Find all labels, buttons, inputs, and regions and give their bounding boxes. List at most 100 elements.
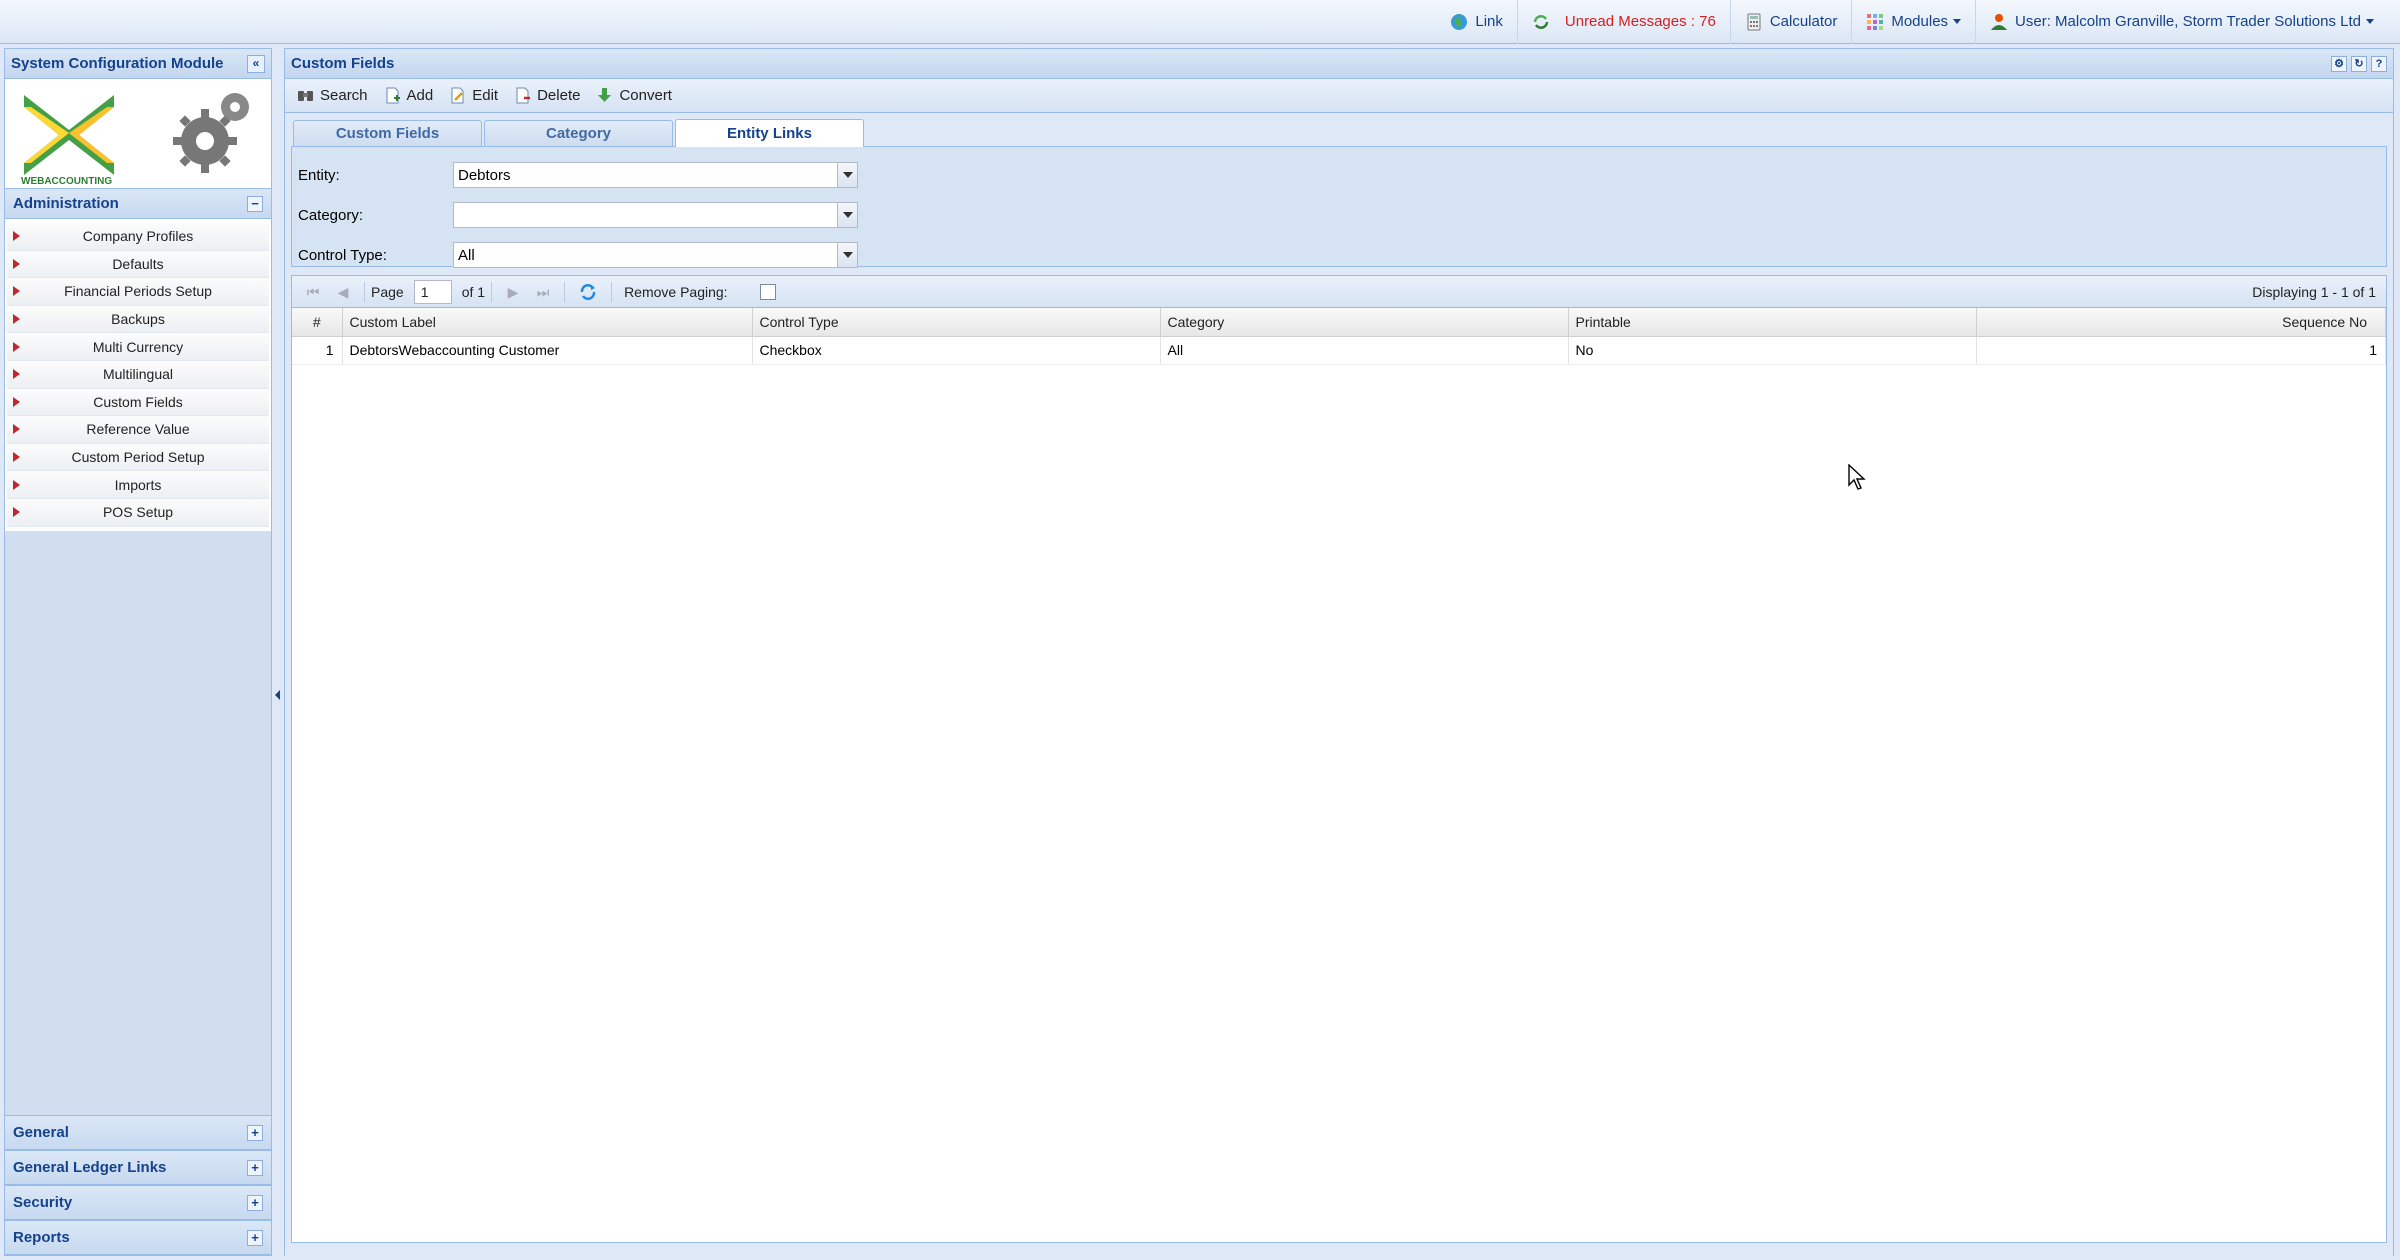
refresh-icon[interactable]	[579, 283, 597, 301]
entity-select[interactable]: Debtors	[453, 162, 858, 188]
edit-document-icon	[451, 87, 464, 104]
edit-button[interactable]: Edit	[441, 82, 506, 110]
arrow-icon	[13, 424, 20, 435]
menu-item-multi-currency[interactable]: Multi Currency	[7, 333, 269, 361]
column-header-number[interactable]: #	[292, 308, 343, 337]
arrow-icon	[13, 479, 20, 490]
entity-label: Entity:	[298, 166, 340, 184]
first-page-icon[interactable]: ⏮	[305, 284, 321, 300]
convert-arrow-icon	[598, 88, 612, 102]
category-select[interactable]	[453, 202, 858, 228]
page-number-input[interactable]: 1	[413, 279, 452, 304]
cell-category: All	[1160, 336, 1569, 365]
separator	[611, 281, 613, 302]
page-count: of 1	[461, 283, 486, 300]
column-header-control-type[interactable]: Control Type	[752, 308, 1161, 337]
menu-item-custom-period-setup[interactable]: Custom Period Setup	[7, 443, 269, 472]
column-header-sequence-no[interactable]: Sequence No	[1976, 308, 2386, 337]
add-button[interactable]: Add	[376, 82, 442, 110]
menu-item-defaults[interactable]: Defaults	[7, 250, 269, 279]
control-type-select[interactable]: All	[453, 242, 858, 268]
tab-custom-fields[interactable]: Custom Fields	[293, 120, 482, 146]
arrow-icon	[13, 396, 20, 407]
previous-page-icon[interactable]: ◀	[335, 284, 351, 300]
menu-item-company-profiles[interactable]: Company Profiles	[7, 223, 269, 251]
menu-item-backups[interactable]: Backups	[7, 305, 269, 334]
paging-toolbar: ⏮ ◀ Page 1 of 1 ▶ ⏭ Remove Paging: Displ…	[292, 276, 2386, 308]
refresh-icon[interactable]: ↻	[2351, 55, 2367, 72]
chevron-down-icon	[1953, 19, 1962, 24]
search-icon	[298, 91, 313, 101]
general-section-header[interactable]: General +	[5, 1115, 271, 1150]
user-menu[interactable]: User: Malcolm Granville, Storm Trader So…	[1975, 0, 2388, 44]
delete-label: Delete	[537, 87, 581, 104]
modules-dropdown[interactable]: Modules	[1851, 0, 1975, 44]
chevron-down-icon	[842, 212, 853, 218]
menu-item-multilingual[interactable]: Multilingual	[7, 360, 269, 389]
expand-icon[interactable]: +	[247, 1229, 263, 1246]
filter-form: Entity: Debtors Category: Control Type: …	[291, 147, 2387, 268]
menu-item-reference-value[interactable]: Reference Value	[7, 416, 269, 444]
mouse-cursor-icon	[1848, 464, 1866, 490]
entity-links-table: # Custom Label Control Type Category Pri…	[292, 308, 2386, 365]
menu-item-imports[interactable]: Imports	[7, 471, 269, 499]
dropdown-trigger[interactable]	[837, 163, 857, 187]
arrow-icon	[13, 507, 20, 518]
column-header-custom-label[interactable]: Custom Label	[342, 308, 753, 337]
table-header-row: # Custom Label Control Type Category Pri…	[292, 308, 2386, 337]
next-page-icon[interactable]: ▶	[505, 284, 521, 300]
expand-icon[interactable]: +	[247, 1194, 263, 1211]
tab-category[interactable]: Category	[484, 120, 673, 146]
dropdown-trigger[interactable]	[837, 243, 857, 267]
cell-sequence-no: 1	[1976, 336, 2386, 365]
delete-button[interactable]: Delete	[506, 82, 588, 110]
remove-paging-checkbox[interactable]	[759, 283, 776, 300]
column-header-category[interactable]: Category	[1160, 308, 1569, 337]
collapse-icon[interactable]: −	[247, 195, 263, 212]
separator	[364, 281, 365, 302]
modules-label: Modules	[1891, 13, 1949, 30]
menu-item-financial-periods-setup[interactable]: Financial Periods Setup	[7, 278, 269, 306]
arrow-icon	[13, 341, 20, 352]
chevron-down-icon	[842, 252, 853, 258]
table-row[interactable]: 1 DebtorsWebaccounting Customer Checkbox…	[292, 336, 2386, 365]
collapse-arrow-icon[interactable]	[275, 690, 280, 700]
calculator-icon	[1747, 13, 1761, 30]
calculator-button[interactable]: Calculator	[1729, 0, 1852, 44]
expand-icon[interactable]: +	[247, 1159, 263, 1176]
edit-label: Edit	[472, 87, 499, 104]
last-page-icon[interactable]: ⏭	[535, 284, 551, 300]
search-button[interactable]: Search	[289, 82, 376, 110]
reports-label: Reports	[13, 1229, 70, 1246]
link-button[interactable]: Link	[1436, 0, 1517, 44]
reports-section-header[interactable]: Reports +	[5, 1220, 271, 1255]
security-section-header[interactable]: Security +	[5, 1185, 271, 1220]
convert-button[interactable]: Convert	[588, 82, 680, 110]
control-type-label: Control Type:	[298, 246, 387, 264]
refresh-messages-icon	[1533, 14, 1549, 29]
tab-entity-links[interactable]: Entity Links	[675, 119, 864, 147]
action-toolbar: Search Add Edit Delete Convert	[285, 79, 2393, 113]
administration-label: Administration	[13, 195, 119, 212]
administration-section-header[interactable]: Administration −	[5, 189, 271, 219]
page-title: Custom Fields	[291, 55, 395, 72]
dropdown-trigger[interactable]	[837, 203, 857, 227]
svg-text:WEBACCOUNTING: WEBACCOUNTING	[21, 176, 112, 185]
arrow-icon	[13, 452, 20, 463]
menu-item-pos-setup[interactable]: POS Setup	[7, 498, 269, 527]
general-ledger-links-section-header[interactable]: General Ledger Links +	[5, 1150, 271, 1185]
column-header-printable[interactable]: Printable	[1568, 308, 1977, 337]
help-icon[interactable]: ?	[2371, 55, 2387, 72]
collapse-panel-button[interactable]: «	[247, 54, 265, 73]
unread-messages-button[interactable]: Unread Messages : 76	[1516, 0, 1730, 44]
entity-links-grid: ⏮ ◀ Page 1 of 1 ▶ ⏭ Remove Paging: Displ…	[291, 275, 2387, 1243]
separator	[564, 281, 566, 302]
main-panel-header: Custom Fields ⚙ ↻ ?	[285, 49, 2393, 79]
control-type-value: All	[458, 246, 475, 264]
menu-item-custom-fields[interactable]: Custom Fields	[7, 388, 269, 417]
expand-icon[interactable]: +	[247, 1124, 263, 1141]
panel-splitter[interactable]	[272, 48, 282, 1256]
cell-control-type: Checkbox	[752, 336, 1161, 365]
entity-row: Entity: Debtors	[296, 155, 2382, 195]
gear-icon[interactable]: ⚙	[2331, 55, 2347, 72]
